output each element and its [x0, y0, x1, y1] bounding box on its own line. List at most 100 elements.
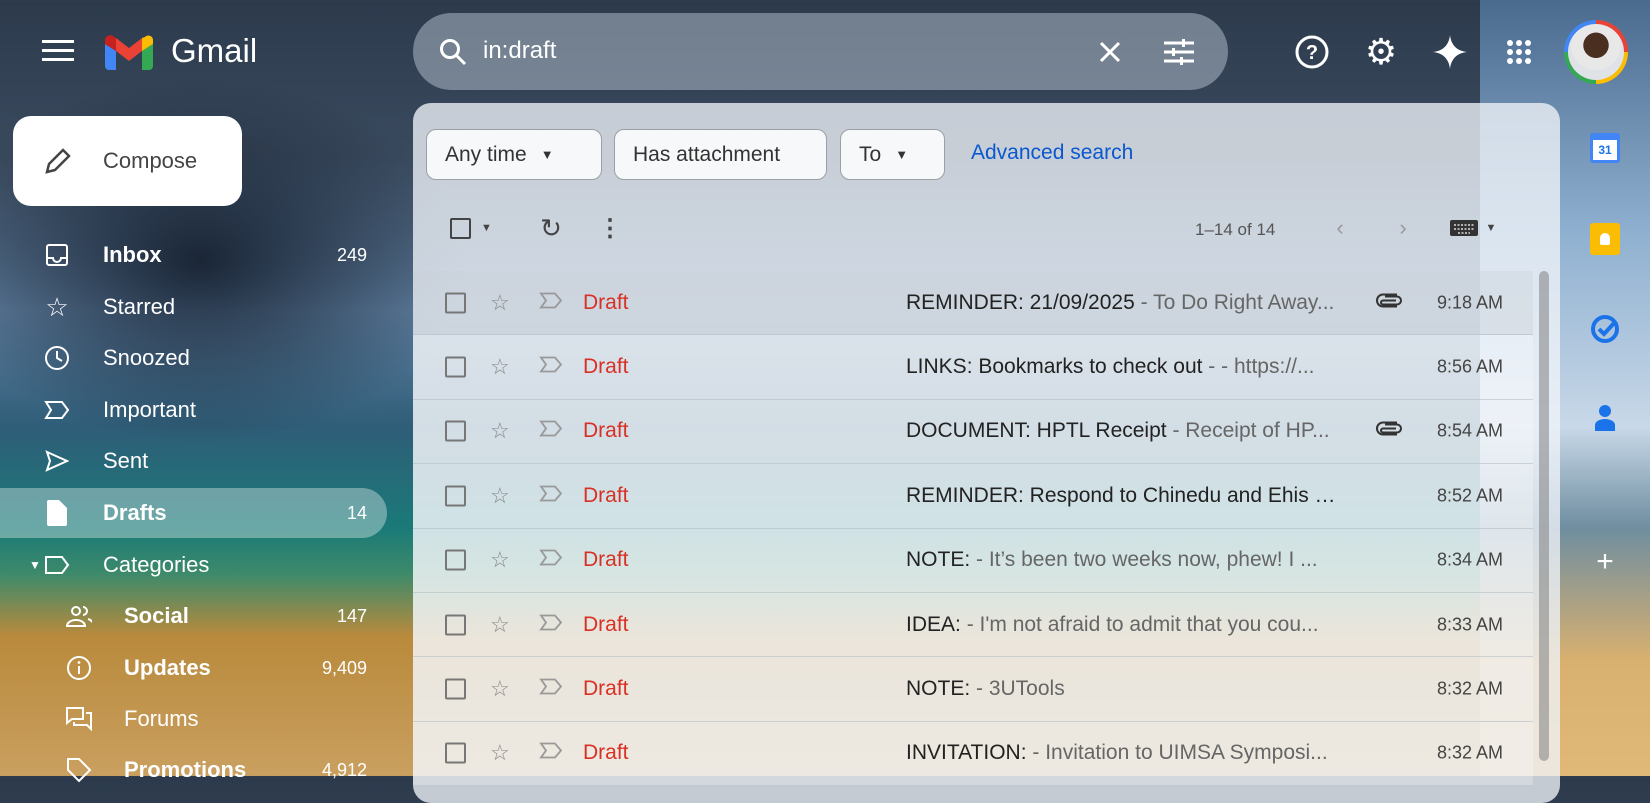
- compose-button[interactable]: Compose: [13, 116, 242, 206]
- time: 8:34 AM: [1436, 549, 1503, 570]
- star-icon[interactable]: ☆: [490, 740, 510, 766]
- snippet: - 3UTools: [970, 677, 1065, 701]
- nav-inbox[interactable]: Inbox 249: [0, 230, 387, 280]
- row-checkbox[interactable]: [445, 549, 466, 571]
- row-checkbox[interactable]: [445, 420, 466, 442]
- subject: NOTE:: [906, 548, 971, 572]
- refresh-icon[interactable]: ↻: [531, 208, 571, 248]
- search-options-icon[interactable]: [1159, 32, 1199, 72]
- account-avatar[interactable]: [1564, 20, 1628, 84]
- help-icon[interactable]: ?: [1292, 32, 1332, 72]
- nav-categories[interactable]: ▼ Categories: [0, 540, 387, 590]
- subject: REMINDER: 21/09/2025: [906, 290, 1135, 314]
- attachment-icon[interactable]: [1375, 292, 1403, 313]
- nav-count: 147: [336, 605, 367, 626]
- email-row[interactable]: ☆ Draft INVITATION: - Invitation to UIMS…: [413, 721, 1533, 787]
- apps-grid-icon[interactable]: [1499, 32, 1539, 72]
- nav-label: Drafts: [103, 500, 167, 525]
- important-marker-icon[interactable]: [539, 678, 563, 701]
- nav-snoozed[interactable]: Snoozed: [0, 333, 387, 383]
- subject-line: NOTE: - 3UTools: [906, 677, 1336, 701]
- time: 9:18 AM: [1436, 292, 1503, 313]
- nav-important[interactable]: Important: [0, 385, 387, 435]
- nav-forums[interactable]: Forums: [0, 694, 387, 744]
- main-menu-icon[interactable]: [36, 32, 80, 68]
- important-marker-icon[interactable]: [539, 356, 563, 379]
- search-input[interactable]: [483, 31, 1043, 71]
- important-marker-icon[interactable]: [539, 549, 563, 572]
- subject-line: LINKS: Bookmarks to check out - - https:…: [906, 355, 1336, 379]
- nav-label: Starred: [103, 294, 176, 319]
- nav-updates[interactable]: Updates 9,409: [0, 643, 387, 693]
- star-icon[interactable]: ☆: [490, 676, 510, 702]
- row-checkbox[interactable]: [445, 485, 466, 507]
- row-checkbox[interactable]: [445, 356, 466, 378]
- chip-label: Has attachment: [633, 142, 781, 166]
- scrollbar[interactable]: [1539, 271, 1549, 761]
- select-all-checkbox[interactable]: ▼: [441, 208, 501, 248]
- email-row[interactable]: ☆ Draft LINKS: Bookmarks to check out - …: [413, 335, 1533, 400]
- snippet: - I'm not afraid to admit that you cou..…: [960, 612, 1319, 636]
- star-icon[interactable]: ☆: [490, 547, 510, 573]
- to-filter[interactable]: To ▼: [840, 129, 945, 180]
- newer-page-icon[interactable]: ‹: [1325, 208, 1355, 248]
- important-marker-icon[interactable]: [539, 484, 563, 507]
- sender: Draft: [583, 483, 629, 507]
- subject: DOCUMENT: HPTL Receipt: [906, 419, 1167, 443]
- nav-sent[interactable]: Sent: [0, 436, 387, 486]
- any-time-filter[interactable]: Any time ▼: [426, 129, 602, 180]
- nav-promotions[interactable]: Promotions 4,912: [0, 745, 387, 795]
- input-tools-icon[interactable]: ▼: [1443, 208, 1503, 248]
- nav-label: Snoozed: [103, 345, 190, 370]
- row-checkbox[interactable]: [445, 614, 466, 636]
- star-icon[interactable]: ☆: [490, 290, 510, 316]
- star-icon[interactable]: ☆: [490, 418, 510, 444]
- search-icon[interactable]: [433, 32, 473, 72]
- important-marker-icon[interactable]: [539, 742, 563, 765]
- app-name: Gmail: [171, 32, 258, 69]
- nav-social[interactable]: Social 147: [0, 591, 387, 641]
- nav-label: Inbox: [103, 242, 162, 267]
- add-addon-icon[interactable]: +: [1585, 542, 1625, 582]
- important-marker-icon[interactable]: [539, 420, 563, 443]
- calendar-icon[interactable]: 31: [1585, 128, 1625, 168]
- sender: Draft: [583, 290, 629, 314]
- star-icon[interactable]: ☆: [490, 354, 510, 380]
- contacts-icon[interactable]: [1585, 398, 1625, 438]
- email-row[interactable]: ☆ Draft REMINDER: 21/09/2025 - To Do Rig…: [413, 271, 1533, 336]
- gemini-sparkle-icon[interactable]: [1430, 32, 1470, 72]
- email-row[interactable]: ☆ Draft NOTE: - 3UTools 8:32 AM: [413, 657, 1533, 722]
- email-row[interactable]: ☆ Draft DOCUMENT: HPTL Receipt - Receipt…: [413, 399, 1533, 465]
- star-icon[interactable]: ☆: [490, 483, 510, 509]
- sender: Draft: [583, 419, 629, 443]
- important-marker-icon[interactable]: [539, 613, 563, 636]
- email-row[interactable]: ☆ Draft IDEA: - I'm not afraid to admit …: [413, 592, 1533, 658]
- star-icon[interactable]: ☆: [490, 612, 510, 638]
- row-checkbox[interactable]: [445, 292, 466, 314]
- draft-file-icon: [44, 500, 70, 526]
- keep-icon[interactable]: [1585, 219, 1625, 259]
- compose-label: Compose: [103, 148, 198, 173]
- older-page-icon[interactable]: ›: [1388, 208, 1418, 248]
- tasks-icon[interactable]: [1585, 309, 1625, 349]
- email-row[interactable]: ☆ Draft NOTE: - It’s been two weeks now,…: [413, 528, 1533, 593]
- important-marker-icon[interactable]: [539, 291, 563, 314]
- clear-search-icon[interactable]: [1090, 32, 1130, 72]
- sender: Draft: [583, 612, 629, 636]
- sender: Draft: [583, 548, 629, 572]
- has-attachment-filter[interactable]: Has attachment: [614, 129, 827, 180]
- row-checkbox[interactable]: [445, 678, 466, 700]
- advanced-search-link[interactable]: Advanced search: [971, 141, 1133, 165]
- gmail-logo-icon[interactable]: [104, 33, 154, 71]
- email-row[interactable]: ☆ Draft REMINDER: Respond to Chinedu and…: [413, 464, 1533, 529]
- snippet: - To Do Right Away...: [1134, 290, 1335, 314]
- nav-starred[interactable]: ☆ Starred: [0, 282, 387, 332]
- attachment-icon[interactable]: [1375, 421, 1403, 442]
- more-options-icon[interactable]: ⋮: [595, 208, 625, 248]
- nav-count: 14: [346, 502, 367, 523]
- svg-text:?: ?: [1306, 42, 1318, 64]
- row-checkbox[interactable]: [445, 742, 466, 764]
- nav-label: Categories: [103, 552, 210, 577]
- nav-drafts[interactable]: Drafts 14: [0, 488, 387, 538]
- settings-gear-icon[interactable]: ⚙: [1361, 31, 1401, 72]
